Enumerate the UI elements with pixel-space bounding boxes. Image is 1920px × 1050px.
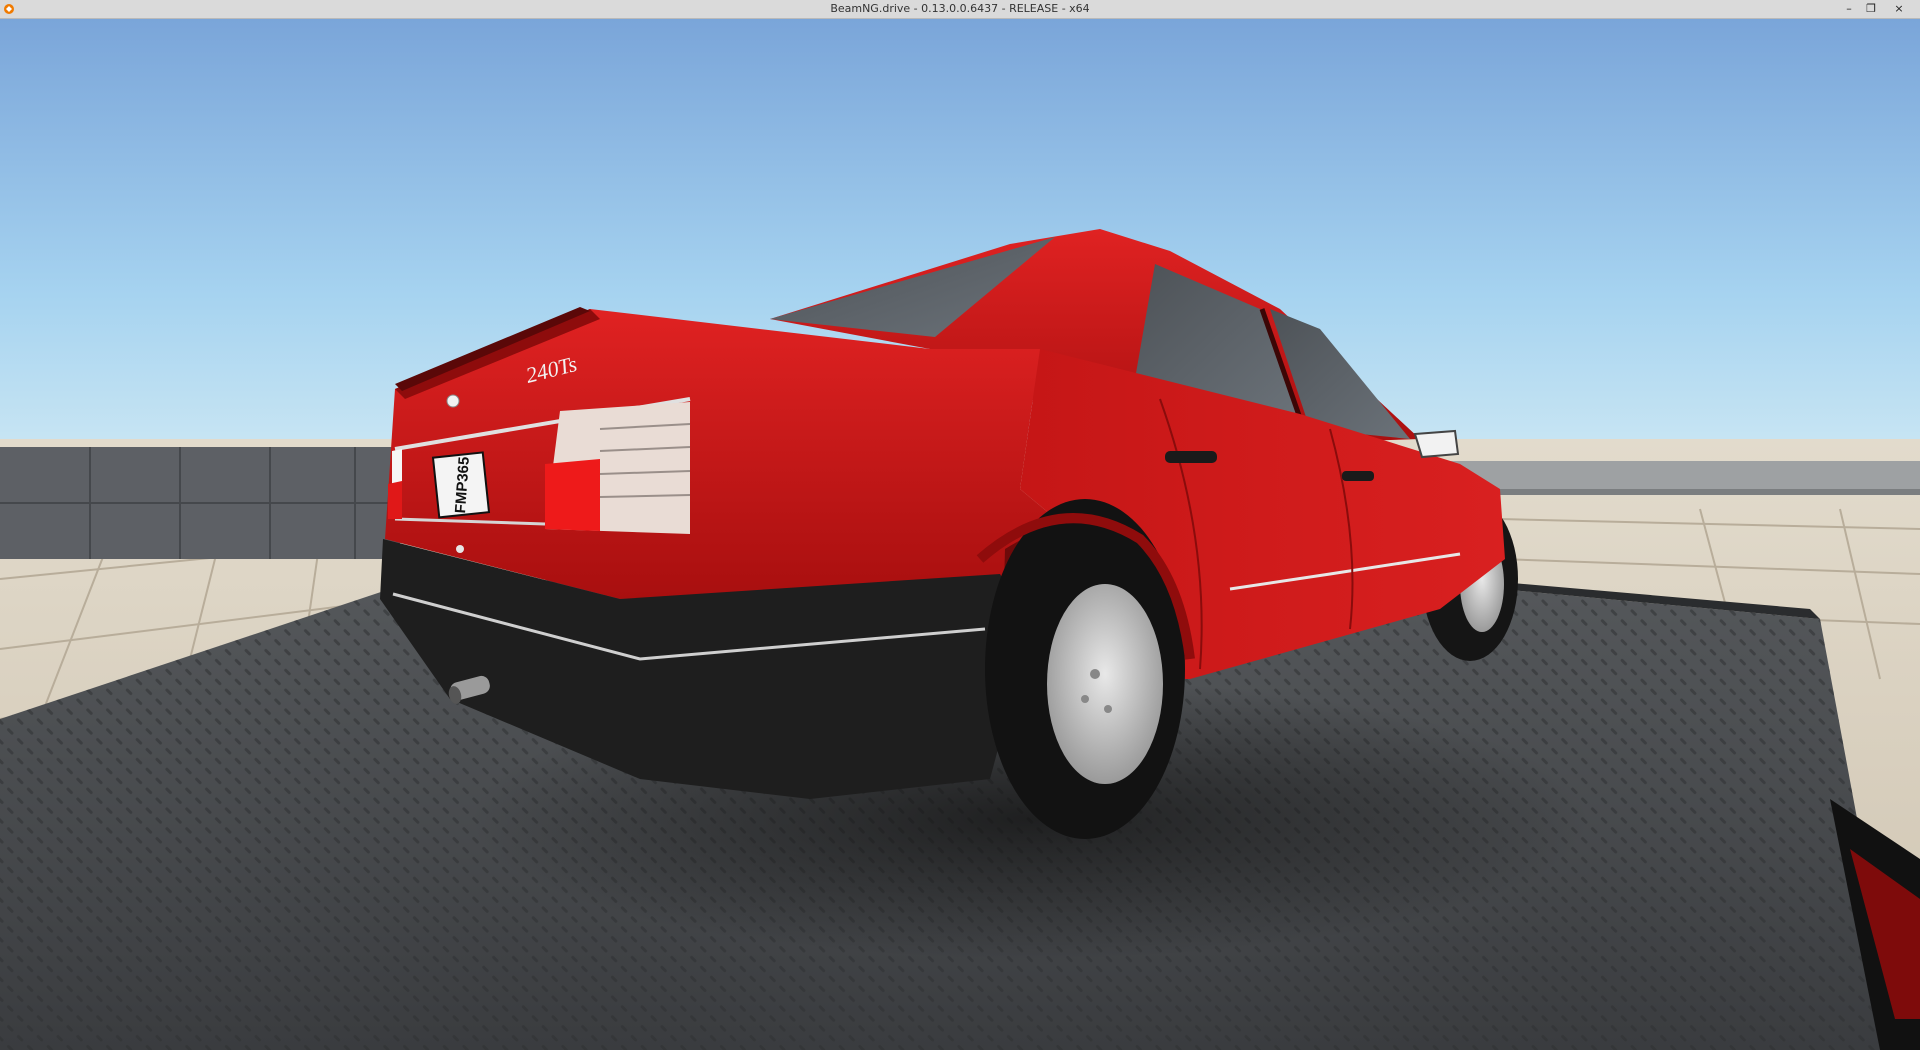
window-title: BeamNG.drive - 0.13.0.0.6437 - RELEASE -… <box>830 2 1090 15</box>
trunk-emblem <box>446 394 460 408</box>
license-plate: FMP365 <box>431 451 491 519</box>
close-button[interactable]: × <box>1882 0 1916 18</box>
game-viewport[interactable]: 240Ts FMP365 <box>0 19 1920 1050</box>
side-mirror <box>1413 429 1460 459</box>
rear-door-handle <box>1165 451 1217 463</box>
front-door-handle <box>1342 471 1374 481</box>
concrete-wall <box>0 447 400 559</box>
distant-wall <box>1450 461 1920 491</box>
minimize-button[interactable]: – <box>1838 0 1860 18</box>
3d-scene: 240Ts FMP365 <box>0 19 1920 1050</box>
lower-emblem <box>456 545 464 553</box>
right-taillight <box>545 402 691 534</box>
restore-button[interactable]: ❐ <box>1860 0 1882 18</box>
window-title-bar: BeamNG.drive - 0.13.0.0.6437 - RELEASE -… <box>0 0 1920 19</box>
